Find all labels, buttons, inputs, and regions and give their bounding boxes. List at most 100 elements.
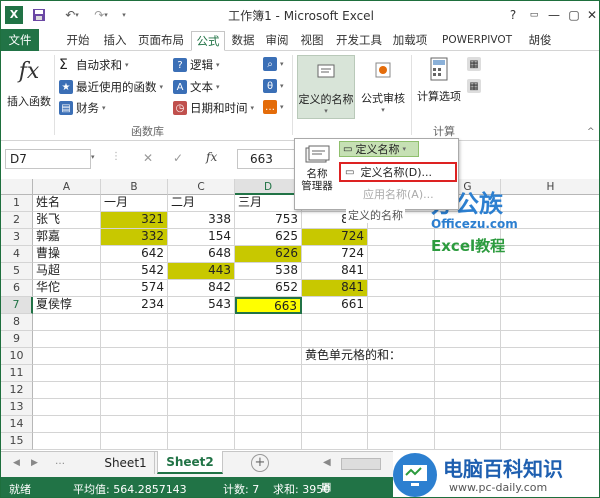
row-header-2[interactable]: 2 bbox=[1, 212, 33, 229]
cell[interactable] bbox=[368, 433, 435, 450]
cell[interactable] bbox=[501, 433, 599, 450]
cell[interactable] bbox=[368, 365, 435, 382]
cell-c3[interactable]: 154 bbox=[168, 229, 235, 246]
hscroll-left-icon[interactable]: ◀ bbox=[323, 457, 331, 468]
cell[interactable] bbox=[101, 399, 168, 416]
sheet-tab-sheet1[interactable]: Sheet1 bbox=[97, 452, 155, 474]
cell[interactable] bbox=[235, 399, 302, 416]
cell[interactable] bbox=[168, 382, 235, 399]
cell[interactable] bbox=[168, 365, 235, 382]
cell[interactable] bbox=[501, 263, 599, 280]
logical-button[interactable]: ? 逻辑 ▾ bbox=[173, 57, 220, 73]
row-header-7[interactable]: 7 bbox=[1, 297, 33, 314]
cell[interactable] bbox=[235, 382, 302, 399]
fx-button[interactable]: fx bbox=[206, 150, 217, 164]
cell[interactable] bbox=[302, 331, 368, 348]
prev-sheet-icon[interactable]: ◀ bbox=[13, 458, 20, 468]
recent-functions-button[interactable]: ★ 最近使用的函数 ▾ bbox=[59, 79, 163, 95]
row-header-8[interactable]: 8 bbox=[1, 314, 33, 331]
name-box-caret-icon[interactable]: ▾ bbox=[91, 153, 95, 161]
cell-e6[interactable]: 841 bbox=[302, 280, 368, 297]
cell[interactable] bbox=[368, 382, 435, 399]
undo-icon[interactable]: ↶ ▾ bbox=[59, 6, 85, 24]
cell[interactable] bbox=[33, 433, 101, 450]
cell-d1[interactable]: 三月 bbox=[235, 195, 302, 212]
cell[interactable] bbox=[101, 382, 168, 399]
cell[interactable] bbox=[435, 314, 501, 331]
cell[interactable] bbox=[368, 314, 435, 331]
cell[interactable] bbox=[235, 348, 302, 365]
tab-home[interactable]: 开始 bbox=[63, 31, 93, 51]
qat-customize-icon[interactable]: ▾ bbox=[117, 6, 131, 24]
name-box[interactable]: D7 bbox=[5, 149, 91, 169]
formula-input[interactable]: 663 bbox=[237, 149, 295, 169]
cell[interactable] bbox=[501, 365, 599, 382]
cell[interactable] bbox=[501, 348, 599, 365]
cell[interactable] bbox=[235, 433, 302, 450]
row-header-1[interactable]: 1 bbox=[1, 195, 33, 212]
formula-auditing-button[interactable]: 公式审核 ▾ bbox=[358, 55, 408, 119]
calc-options-button[interactable]: 计算选项 bbox=[415, 55, 463, 119]
cell[interactable] bbox=[435, 280, 501, 297]
cell[interactable] bbox=[101, 348, 168, 365]
help-button[interactable]: ? bbox=[505, 6, 521, 24]
cell[interactable] bbox=[501, 416, 599, 433]
cell[interactable] bbox=[101, 365, 168, 382]
cell-c6[interactable]: 842 bbox=[168, 280, 235, 297]
cell[interactable] bbox=[435, 433, 501, 450]
next-sheet-icon[interactable]: ▶ bbox=[31, 458, 38, 468]
cell[interactable] bbox=[302, 382, 368, 399]
cell[interactable] bbox=[368, 280, 435, 297]
cell[interactable] bbox=[33, 331, 101, 348]
cell[interactable] bbox=[101, 331, 168, 348]
cell-b6[interactable]: 574 bbox=[101, 280, 168, 297]
row-header-13[interactable]: 13 bbox=[1, 399, 33, 416]
tab-view[interactable]: 视图 bbox=[298, 31, 326, 51]
row-header-14[interactable]: 14 bbox=[1, 416, 33, 433]
cell-a2[interactable]: 张飞 bbox=[33, 212, 101, 229]
row-header-3[interactable]: 3 bbox=[1, 229, 33, 246]
add-sheet-button[interactable]: + bbox=[251, 454, 269, 472]
cell[interactable] bbox=[235, 416, 302, 433]
cell[interactable] bbox=[435, 297, 501, 314]
cell-a4[interactable]: 曹操 bbox=[33, 246, 101, 263]
normal-view-icon[interactable]: ▦ bbox=[321, 480, 331, 493]
cell[interactable] bbox=[101, 433, 168, 450]
cell[interactable] bbox=[501, 280, 599, 297]
cell[interactable] bbox=[368, 399, 435, 416]
restore-button[interactable]: ▢ bbox=[566, 6, 582, 24]
column-header-b[interactable]: B bbox=[101, 179, 168, 195]
row-header-9[interactable]: 9 bbox=[1, 331, 33, 348]
more-sheets-icon[interactable]: … bbox=[55, 456, 65, 467]
cell[interactable] bbox=[168, 348, 235, 365]
cell[interactable] bbox=[235, 314, 302, 331]
cell-d6[interactable]: 652 bbox=[235, 280, 302, 297]
calc-now-icon[interactable]: ▦ bbox=[467, 57, 481, 71]
tab-developer[interactable]: 开发工具 bbox=[333, 31, 385, 51]
tab-insert[interactable]: 插入 bbox=[100, 31, 130, 51]
cell-d7[interactable]: 663 bbox=[235, 297, 302, 314]
more-functions-button[interactable]: … ▾ bbox=[263, 100, 284, 114]
cell[interactable] bbox=[435, 365, 501, 382]
sheet-tab-sheet2[interactable]: Sheet2 bbox=[157, 451, 223, 474]
cell[interactable] bbox=[168, 433, 235, 450]
cell[interactable] bbox=[33, 365, 101, 382]
cell[interactable] bbox=[33, 399, 101, 416]
cell-e5[interactable]: 841 bbox=[302, 263, 368, 280]
cell[interactable] bbox=[435, 348, 501, 365]
cell-a6[interactable]: 华佗 bbox=[33, 280, 101, 297]
cell[interactable] bbox=[368, 416, 435, 433]
cell-a7[interactable]: 夏侯惇 bbox=[33, 297, 101, 314]
redo-icon[interactable]: ↷ ▾ bbox=[89, 6, 113, 24]
cell-a3[interactable]: 郭嘉 bbox=[33, 229, 101, 246]
cell[interactable] bbox=[302, 433, 368, 450]
cell[interactable] bbox=[168, 314, 235, 331]
enter-button[interactable]: ✓ bbox=[173, 151, 183, 165]
cell-b3[interactable]: 332 bbox=[101, 229, 168, 246]
tab-file[interactable]: 文件 bbox=[1, 29, 39, 51]
user-name[interactable]: 胡俊 bbox=[525, 31, 555, 51]
insert-function-button[interactable]: fx 插入函数 bbox=[7, 57, 51, 117]
cell[interactable] bbox=[435, 382, 501, 399]
cell[interactable] bbox=[368, 297, 435, 314]
cell-e10[interactable]: 黄色单元格的和： bbox=[302, 348, 401, 365]
